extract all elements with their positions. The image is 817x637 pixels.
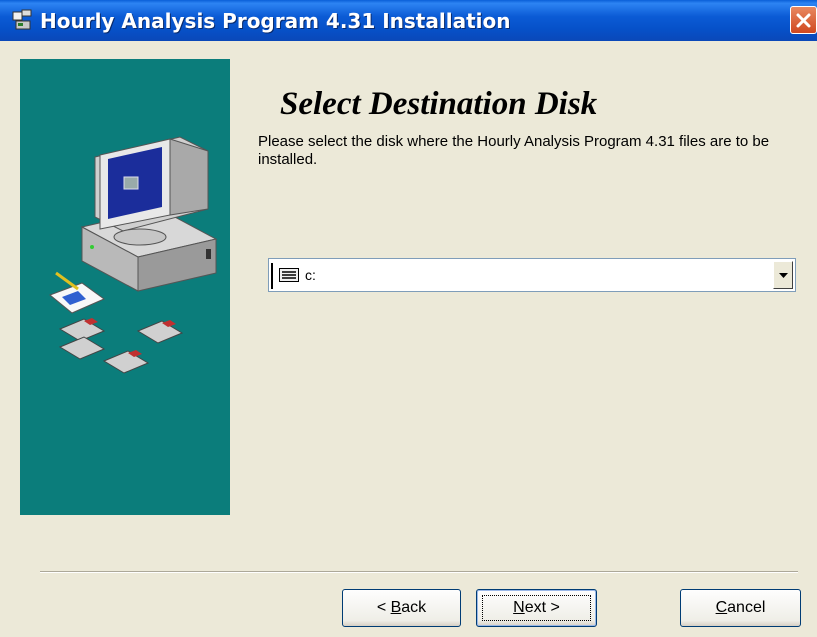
close-button[interactable] xyxy=(790,6,817,34)
destination-disk-dropdown[interactable]: c: xyxy=(268,258,796,292)
drive-icon xyxy=(279,268,299,282)
side-banner xyxy=(20,59,230,515)
selected-drive: c: xyxy=(305,267,316,283)
footer-separator xyxy=(40,571,798,573)
cancel-label: Cancel xyxy=(715,599,766,616)
window-title: Hourly Analysis Program 4.31 Installatio… xyxy=(40,9,511,33)
setup-icon xyxy=(12,9,32,30)
next-button[interactable]: Next > xyxy=(476,589,597,627)
title-bar[interactable]: Hourly Analysis Program 4.31 Installatio… xyxy=(0,0,817,41)
computer-illustration xyxy=(49,136,218,374)
cancel-button[interactable]: Cancel xyxy=(680,589,801,627)
back-label: < Back xyxy=(376,599,427,616)
page-heading: Select Destination Disk xyxy=(280,86,598,122)
page-description: Please select the disk where the Hourly … xyxy=(258,133,770,168)
dropdown-button[interactable] xyxy=(773,261,793,289)
chevron-down-icon xyxy=(779,273,788,278)
back-button[interactable]: < Back xyxy=(342,589,461,627)
focus-indicator xyxy=(271,263,273,289)
installer-window: Hourly Analysis Program 4.31 Installatio… xyxy=(0,0,817,637)
next-label: Next > xyxy=(513,599,560,616)
close-icon xyxy=(796,13,811,28)
